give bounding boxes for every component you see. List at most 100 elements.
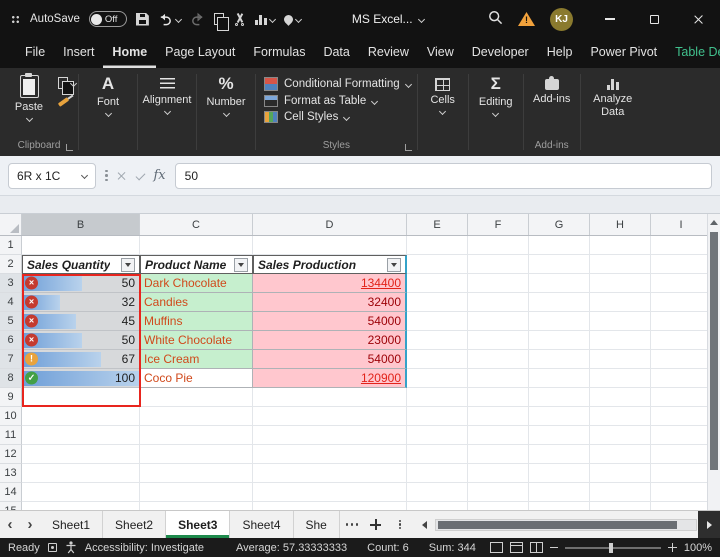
cell-C14[interactable] [140,483,253,502]
cell-E5[interactable] [407,312,468,331]
sheet-tab-sheet3[interactable]: Sheet3 [166,511,231,538]
zoom-slider[interactable] [564,542,661,553]
window-title[interactable]: MS Excel... [352,12,425,26]
cell-C13[interactable] [140,464,253,483]
column-header-C[interactable]: C [140,214,253,235]
cell-H15[interactable] [590,502,651,510]
filter-dropdown-button[interactable] [387,257,401,272]
paste-button[interactable]: Paste [2,68,56,123]
close-button[interactable] [676,0,720,38]
page-break-view-button[interactable] [529,542,543,553]
insert-function-button[interactable]: fx [154,168,166,183]
cell-I5[interactable] [651,312,712,331]
sheet-tab-sheet4[interactable]: Sheet4 [230,511,294,538]
cell-D13[interactable] [253,464,407,483]
cell-H12[interactable] [590,445,651,464]
menu-tab-power-pivot[interactable]: Power Pivot [581,38,666,68]
more-sheets-button[interactable] [340,511,364,538]
analyze-data-button[interactable]: Analyze Data [583,68,643,119]
column-header-F[interactable]: F [468,214,529,235]
cell-C8[interactable]: Coco Pie [140,369,253,388]
zoom-level[interactable]: 100% [684,542,712,554]
formula-input[interactable]: 50 [174,162,712,189]
cell-D3[interactable]: 134400 [253,274,407,293]
cell-G14[interactable] [529,483,590,502]
column-header-G[interactable]: G [529,214,590,235]
cell-B6[interactable]: × 50 [22,331,140,350]
cell-B5[interactable]: × 45 [22,312,140,331]
cell-D11[interactable] [253,426,407,445]
number-dropdown-icon[interactable] [222,109,230,118]
scroll-up-button[interactable] [708,214,720,230]
cell-I4[interactable] [651,293,712,312]
cell-E15[interactable] [407,502,468,510]
cell-H5[interactable] [590,312,651,331]
menu-tab-review[interactable]: Review [359,38,418,68]
acc​essibility-status[interactable]: Accessibility: Investigate [85,542,204,554]
copy-dropdown-icon[interactable] [69,79,78,87]
cell-C7[interactable]: Ice Cream [140,350,253,369]
page-layout-view-button[interactable] [509,542,523,553]
cell-G3[interactable] [529,274,590,293]
new-sheet-button[interactable] [364,511,388,538]
cell-D8[interactable]: 120900 [253,369,407,388]
app-launcher-icon[interactable] [10,13,21,25]
row-header-13[interactable]: 13 [0,464,22,483]
cell-B14[interactable] [22,483,140,502]
cell-H10[interactable] [590,407,651,426]
menu-tab-table-design[interactable]: Table Design [666,38,720,68]
font-dropdown-icon[interactable] [104,109,112,118]
avatar[interactable]: KJ [550,7,573,31]
cell-H14[interactable] [590,483,651,502]
row-header-12[interactable]: 12 [0,445,22,464]
row-header-4[interactable]: 4 [0,293,22,312]
horizontal-scroll-thumb[interactable] [437,520,678,529]
copy-button[interactable] [58,77,78,95]
cell-D5[interactable]: 54000 [253,312,407,331]
cell-F10[interactable] [468,407,529,426]
cell-D14[interactable] [253,483,407,502]
cells-group-button[interactable]: Cells [420,68,466,116]
minimize-button[interactable] [588,0,632,38]
cell-F4[interactable] [468,293,529,312]
cell-I11[interactable] [651,426,712,445]
cell-I2[interactable] [651,255,712,274]
menu-tab-data[interactable]: Data [314,38,358,68]
cell-F14[interactable] [468,483,529,502]
cell-F3[interactable] [468,274,529,293]
cell-G12[interactable] [529,445,590,464]
cell-B2[interactable]: Sales Quantity [22,255,140,274]
cell-B1[interactable] [22,236,140,255]
cell-H7[interactable] [590,350,651,369]
row-header-2[interactable]: 2 [0,255,22,274]
font-group-button[interactable]: A Font [81,68,135,118]
name-box-dropdown-icon[interactable] [80,171,89,180]
row-header-7[interactable]: 7 [0,350,22,369]
cell-H9[interactable] [590,388,651,407]
cell-D15[interactable] [253,502,407,510]
cell-C15[interactable] [140,502,253,510]
cell-E4[interactable] [407,293,468,312]
cell-D6[interactable]: 23000 [253,331,407,350]
chart-dropdown-icon[interactable] [268,15,276,23]
cell-H13[interactable] [590,464,651,483]
cell-I14[interactable] [651,483,712,502]
normal-view-button[interactable] [489,542,503,553]
conditional-formatting-button[interactable]: Conditional Formatting [264,77,412,91]
cell-G15[interactable] [529,502,590,510]
filter-dropdown-button[interactable] [121,257,135,272]
row-header-1[interactable]: 1 [0,236,22,255]
cell-G7[interactable] [529,350,590,369]
cell-I12[interactable] [651,445,712,464]
cell-E1[interactable] [407,236,468,255]
cell-E9[interactable] [407,388,468,407]
cell-G5[interactable] [529,312,590,331]
zoom-out-button[interactable] [549,546,558,549]
menu-tab-insert[interactable]: Insert [54,38,103,68]
cell-E7[interactable] [407,350,468,369]
row-header-5[interactable]: 5 [0,312,22,331]
row-header-10[interactable]: 10 [0,407,22,426]
alignment-group-button[interactable]: Alignment [140,68,194,116]
cell-C4[interactable]: Candies [140,293,253,312]
menu-tab-help[interactable]: Help [538,38,582,68]
